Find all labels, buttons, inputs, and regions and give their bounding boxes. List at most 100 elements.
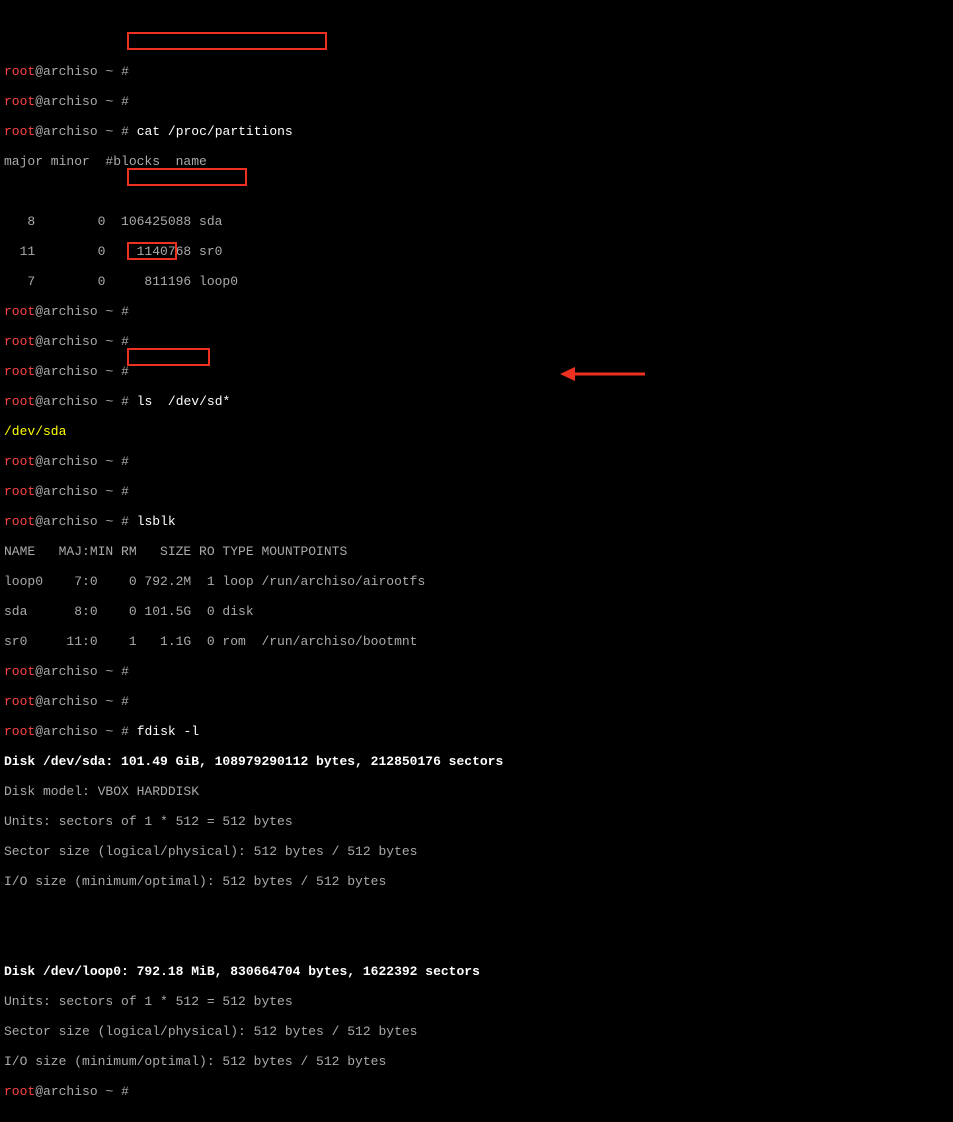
prompt-host: archiso [43,1084,98,1099]
prompt-host: archiso [43,484,98,499]
prompt-line-empty: root@archiso ~ # [4,484,949,499]
prompt-host: archiso [43,64,98,79]
prompt-at: @ [35,514,43,529]
prompt-cwd: ~ [105,454,113,469]
fdisk-info: Sector size (logical/physical): 512 byte… [4,1024,949,1039]
prompt-line-empty: root@archiso ~ # [4,94,949,109]
prompt-cwd: ~ [105,394,113,409]
prompt-cwd: ~ [105,514,113,529]
prompt-hash: # [121,724,129,739]
prompt-line-ls[interactable]: root@archiso ~ # ls /dev/sd* [4,394,949,409]
lsblk-row: sda 8:0 0 101.5G 0 disk [4,604,949,619]
prompt-user: root [4,94,35,109]
prompt-user: root [4,724,35,739]
prompt-user: root [4,364,35,379]
partitions-row: 7 0 811196 loop0 [4,274,949,289]
prompt-at: @ [35,334,43,349]
prompt-host: archiso [43,94,98,109]
prompt-cwd: ~ [105,304,113,319]
prompt-cwd: ~ [105,484,113,499]
prompt-at: @ [35,694,43,709]
prompt-line-empty: root@archiso ~ # [4,64,949,79]
prompt-at: @ [35,394,43,409]
prompt-hash: # [121,1084,129,1099]
prompt-user: root [4,304,35,319]
prompt-hash: # [121,694,129,709]
prompt-cwd: ~ [105,664,113,679]
prompt-hash: # [121,124,129,139]
prompt-cwd: ~ [105,94,113,109]
cmd-lsblk: lsblk [137,514,176,529]
prompt-line-empty: root@archiso ~ # [4,304,949,319]
prompt-user: root [4,514,35,529]
partitions-row: 11 0 1140768 sr0 [4,244,949,259]
prompt-line-lsblk[interactable]: root@archiso ~ # lsblk [4,514,949,529]
prompt-hash: # [121,304,129,319]
prompt-hash: # [121,514,129,529]
prompt-user: root [4,64,35,79]
prompt-host: archiso [43,664,98,679]
prompt-host: archiso [43,724,98,739]
prompt-cwd: ~ [105,64,113,79]
partitions-row: 8 0 106425088 sda [4,214,949,229]
fdisk-info: Units: sectors of 1 * 512 = 512 bytes [4,994,949,1009]
blank-line [4,904,949,919]
prompt-host: archiso [43,364,98,379]
cmd-cat: cat /proc/partitions [137,124,293,139]
prompt-line-empty: root@archiso ~ # [4,694,949,709]
cmd-fdisk: fdisk -l [137,724,199,739]
prompt-hash: # [121,364,129,379]
prompt-cwd: ~ [105,724,113,739]
prompt-at: @ [35,64,43,79]
partitions-header: major minor #blocks name [4,154,949,169]
fdisk-info: Units: sectors of 1 * 512 = 512 bytes [4,814,949,829]
prompt-host: archiso [43,304,98,319]
prompt-at: @ [35,724,43,739]
blank-line [4,934,949,949]
prompt-user: root [4,454,35,469]
prompt-line-empty: root@archiso ~ # [4,334,949,349]
prompt-hash: # [121,394,129,409]
fdisk-info: I/O size (minimum/optimal): 512 bytes / … [4,1054,949,1069]
prompt-at: @ [35,454,43,469]
prompt-line-empty: root@archiso ~ # [4,454,949,469]
prompt-host: archiso [43,454,98,469]
fdisk-info: Disk model: VBOX HARDDISK [4,784,949,799]
prompt-cwd: ~ [105,364,113,379]
prompt-hash: # [121,64,129,79]
prompt-line-cat[interactable]: root@archiso ~ # cat /proc/partitions [4,124,949,139]
prompt-hash: # [121,454,129,469]
ls-output: /dev/sda [4,424,949,439]
prompt-cwd: ~ [105,334,113,349]
prompt-hash: # [121,334,129,349]
lsblk-row: sr0 11:0 1 1.1G 0 rom /run/archiso/bootm… [4,634,949,649]
prompt-line-empty: root@archiso ~ # [4,364,949,379]
prompt-at: @ [35,1084,43,1099]
fdisk-disk-sda: Disk /dev/sda: 101.49 GiB, 108979290112 … [4,754,949,769]
prompt-line-fdisk[interactable]: root@archiso ~ # fdisk -l [4,724,949,739]
prompt-host: archiso [43,394,98,409]
prompt-cwd: ~ [105,124,113,139]
fdisk-disk-loop0: Disk /dev/loop0: 792.18 MiB, 830664704 b… [4,964,949,979]
cmd-ls: ls /dev/sd* [137,394,231,409]
prompt-hash: # [121,664,129,679]
blank-line [4,184,949,199]
prompt-hash: # [121,94,129,109]
prompt-at: @ [35,94,43,109]
prompt-cwd: ~ [105,694,113,709]
prompt-at: @ [35,664,43,679]
lsblk-header: NAME MAJ:MIN RM SIZE RO TYPE MOUNTPOINTS [4,544,949,559]
prompt-user: root [4,334,35,349]
prompt-at: @ [35,124,43,139]
prompt-at: @ [35,364,43,379]
prompt-host: archiso [43,334,98,349]
lsblk-row: loop0 7:0 0 792.2M 1 loop /run/archiso/a… [4,574,949,589]
prompt-line-final[interactable]: root@archiso ~ # [4,1084,949,1099]
prompt-host: archiso [43,124,98,139]
fdisk-info: I/O size (minimum/optimal): 512 bytes / … [4,874,949,889]
highlight-cat-cmd [127,32,327,50]
prompt-hash: # [121,484,129,499]
prompt-at: @ [35,484,43,499]
prompt-user: root [4,694,35,709]
prompt-host: archiso [43,514,98,529]
